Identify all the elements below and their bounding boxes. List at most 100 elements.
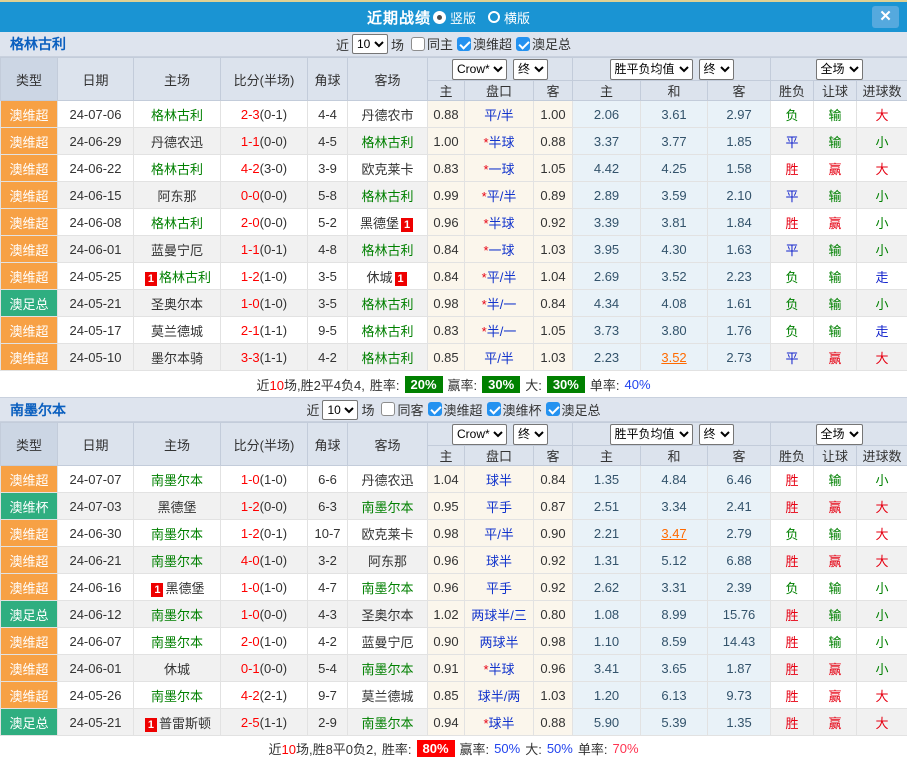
avg-away-odds: 6.88: [708, 547, 771, 574]
avg-away-odds: 15.76: [708, 601, 771, 628]
avg-home-odds: 4.34: [573, 290, 641, 317]
avg-away-odds: 1.61: [708, 290, 771, 317]
away-team-cell: 莫兰德城: [348, 682, 428, 709]
match-row: 澳维杯24-07-03黑德堡1-2(0-0)6-3南墨尔本0.95平手0.872…: [1, 493, 907, 520]
avg-home-odds: 2.62: [573, 574, 641, 601]
score-cell: 1-1(0-1): [221, 236, 308, 263]
away-team-cell: 休城1: [348, 263, 428, 290]
halftime-score: (1-0): [260, 553, 287, 568]
odds-source-select[interactable]: Crow*: [452, 424, 507, 445]
wdl-result: 负: [771, 520, 814, 547]
same-side-filter-label: 同主: [427, 34, 453, 53]
close-button[interactable]: ✕: [872, 6, 899, 28]
match-count-select[interactable]: 10: [322, 400, 358, 420]
away-team-name: 南墨尔本: [361, 500, 413, 515]
match-row: 澳维超24-05-17莫兰德城2-1(1-1)9-5格林古利0.83*半/一1.…: [1, 317, 907, 344]
radio-vertical-layout[interactable]: [433, 11, 446, 24]
match-date: 24-06-22: [58, 155, 134, 182]
match-date: 24-06-01: [58, 655, 134, 682]
handicap-result: 输: [814, 128, 857, 155]
match-row: 澳足总24-05-211普雷斯顿2-5(1-1)2-9南墨尔本0.94*球半0.…: [1, 709, 907, 736]
avg-draw-odds: 3.65: [641, 655, 708, 682]
home-odds: 0.98: [428, 520, 465, 547]
home-team-name: 南墨尔本: [151, 473, 203, 488]
halftime-score: (0-0): [260, 661, 287, 676]
avg-final-select[interactable]: 终: [699, 424, 734, 445]
handicap-line: *半球: [465, 655, 534, 682]
home-odds: 0.99: [428, 182, 465, 209]
handicap-line: 两球半/三: [465, 601, 534, 628]
avg-away-odds: 1.84: [708, 209, 771, 236]
radio-horizontal-layout[interactable]: [488, 11, 500, 23]
handicap-line: *半球: [465, 209, 534, 236]
avg-draw-value[interactable]: 3.47: [661, 526, 686, 541]
away-odds: 0.92: [534, 209, 573, 236]
odds-final-select[interactable]: 终: [513, 424, 548, 445]
wdl-result: 负: [771, 263, 814, 290]
league-badge: 澳维超: [1, 466, 58, 493]
avg-draw-odds: 3.47: [641, 520, 708, 547]
league-badge: 澳维超: [1, 209, 58, 236]
scope-select[interactable]: 全场: [816, 424, 863, 445]
away-team-cell: 格林古利: [348, 317, 428, 344]
avg-draw-odds: 6.13: [641, 682, 708, 709]
away-team-cell: 蓝曼宁厄: [348, 628, 428, 655]
avg-home-odds: 2.51: [573, 493, 641, 520]
away-odds: 0.89: [534, 182, 573, 209]
handicap-text: 半/一: [487, 324, 517, 339]
handicap-text: 球半/两: [478, 689, 521, 704]
home-team-cell: 黑德堡: [134, 493, 221, 520]
league-filter-0[interactable]: 澳维超: [428, 400, 483, 419]
home-team-cell: 格林古利: [134, 209, 221, 236]
same-side-filter[interactable]: 同主: [411, 34, 453, 53]
match-count-select[interactable]: 10: [352, 34, 388, 54]
score-cell: 2-0(1-0): [221, 628, 308, 655]
league-filter-2[interactable]: 澳足总: [546, 400, 601, 419]
league-filter-1-checkbox[interactable]: [487, 402, 501, 416]
scope-select[interactable]: 全场: [816, 59, 863, 80]
home-odds: 1.02: [428, 601, 465, 628]
league-filter-2-checkbox[interactable]: [546, 402, 560, 416]
league-filter-1[interactable]: 澳维杯: [487, 400, 542, 419]
avg-source-select[interactable]: 胜平负均值: [610, 424, 693, 445]
avg-draw-value: 3.52: [661, 269, 686, 284]
goals-result: 小: [857, 290, 907, 317]
col-header-home: 主场: [134, 58, 221, 101]
halftime-score: (1-1): [260, 323, 287, 338]
away-team-cell: 欧克莱卡: [348, 520, 428, 547]
odds-source-select[interactable]: Crow*: [452, 59, 507, 80]
handicap-result: 输: [814, 601, 857, 628]
league-filter-2-label: 澳足总: [562, 400, 601, 419]
summary-items: 胜率:20%赢率:30%大:30%单率:40%: [370, 375, 651, 394]
league-badge: 澳维超: [1, 682, 58, 709]
odds-final-select[interactable]: 终: [513, 59, 548, 80]
same-side-filter-checkbox[interactable]: [411, 37, 425, 51]
away-odds: 0.92: [534, 574, 573, 601]
league-filter-1[interactable]: 澳足总: [516, 34, 571, 53]
avg-final-select[interactable]: 终: [699, 59, 734, 80]
fulltime-score: 1-1: [241, 134, 260, 149]
avg-home-odds: 4.42: [573, 155, 641, 182]
home-odds: 0.96: [428, 574, 465, 601]
home-team-name: 丹德农迅: [151, 135, 203, 150]
away-team-name: 格林古利: [361, 189, 413, 204]
league-filter-0-checkbox[interactable]: [428, 402, 442, 416]
away-team-cell: 丹德农迅: [348, 466, 428, 493]
goals-result: 大: [857, 344, 907, 371]
same-side-filter[interactable]: 同客: [381, 400, 423, 419]
home-odds: 0.88: [428, 101, 465, 128]
match-date: 24-05-25: [58, 263, 134, 290]
fulltime-score: 2-0: [241, 634, 260, 649]
score-cell: 1-2(0-1): [221, 520, 308, 547]
avg-source-select[interactable]: 胜平负均值: [610, 59, 693, 80]
same-side-filter-checkbox[interactable]: [381, 402, 395, 416]
fulltime-score: 1-0: [241, 607, 260, 622]
league-filter-1-checkbox[interactable]: [516, 37, 530, 51]
league-filter-0-checkbox[interactable]: [457, 37, 471, 51]
avg-draw-value[interactable]: 3.52: [661, 350, 686, 365]
avg-home-odds: 5.90: [573, 709, 641, 736]
summary-item-value-0: 20%: [405, 376, 443, 393]
league-badge: 澳足总: [1, 709, 58, 736]
red-card-badge: 1: [395, 272, 407, 286]
league-filter-0[interactable]: 澳维超: [457, 34, 512, 53]
